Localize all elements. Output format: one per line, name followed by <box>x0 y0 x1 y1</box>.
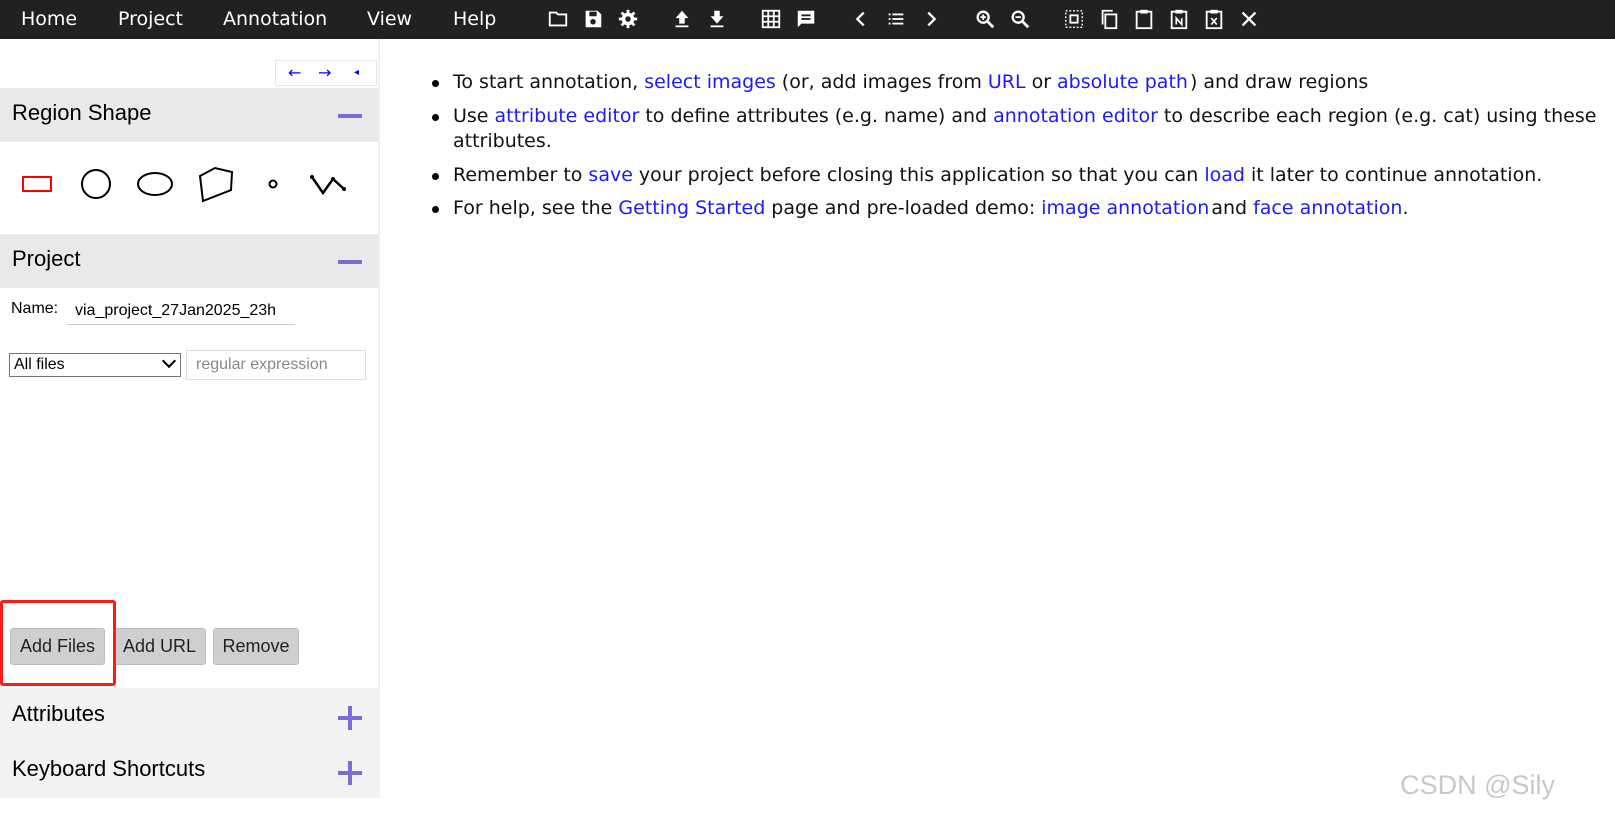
annotation-editor-link[interactable]: annotation editor <box>993 105 1158 127</box>
zoom-in-icon[interactable] <box>972 6 998 32</box>
close-icon[interactable] <box>1236 6 1262 32</box>
instruction-text: . <box>1402 197 1409 219</box>
instruction-text: To start annotation, <box>453 71 639 93</box>
add-files-button[interactable]: Add Files <box>10 628 105 665</box>
sidebar-nav: ← → ◂ <box>275 60 377 86</box>
load-link[interactable]: load <box>1204 164 1245 186</box>
list-icon[interactable] <box>883 6 909 32</box>
absolute-path-link[interactable]: absolute path <box>1057 71 1188 93</box>
next-arrow-icon[interactable]: → <box>318 61 331 85</box>
regex-filter-input[interactable] <box>186 350 366 380</box>
region-shape-toolbar <box>0 142 378 232</box>
menu-annotation[interactable]: Annotation <box>223 0 327 39</box>
collapse-minus-icon[interactable] <box>338 114 362 118</box>
save-icon[interactable] <box>580 6 606 32</box>
menu-home[interactable]: Home <box>21 0 77 39</box>
instruction-text: to define attributes (e.g. name) and <box>645 105 988 127</box>
project-name-label: Name: <box>11 300 59 317</box>
save-link[interactable]: save <box>588 164 632 186</box>
settings-icon[interactable] <box>615 6 641 32</box>
instruction-text: or <box>1031 71 1052 93</box>
add-url-button[interactable]: Add URL <box>113 628 206 665</box>
instruction-item: Use attribute editor to define attributes … <box>400 104 1600 154</box>
attribute-editor-link[interactable]: attribute editor <box>495 105 640 127</box>
image-annotation-link[interactable]: image annotation <box>1041 197 1209 219</box>
upload-icon[interactable] <box>669 6 695 32</box>
top-menubar: Home Project Annotation View Help <box>0 0 1615 39</box>
sidebar-divider <box>378 39 380 799</box>
project-name-input[interactable] <box>67 297 295 325</box>
instruction-text: and <box>1211 197 1248 219</box>
instruction-text: ) and draw regions <box>1189 71 1369 93</box>
attributes-title: Attributes <box>12 701 105 726</box>
prev-arrow-icon[interactable]: ← <box>288 61 301 85</box>
url-link[interactable]: URL <box>988 71 1026 93</box>
folder-open-icon[interactable] <box>545 6 571 32</box>
menu-help[interactable]: Help <box>453 0 496 39</box>
instruction-text: Remember to <box>453 164 583 186</box>
point-shape-icon[interactable] <box>253 164 293 204</box>
keyboard-shortcuts-header[interactable]: Keyboard Shortcuts <box>0 743 378 798</box>
attributes-header[interactable]: Attributes <box>0 688 378 743</box>
keyboard-shortcuts-title: Keyboard Shortcuts <box>12 756 206 781</box>
project-title: Project <box>12 246 81 271</box>
select-images-link[interactable]: select images <box>644 71 776 93</box>
file-filter-select[interactable]: All files <box>9 353 181 377</box>
instruction-text: For help, see the <box>453 197 613 219</box>
instructions-list: To start annotation, select images (or, ad… <box>400 70 1600 221</box>
instruction-item: To start annotation, select images (or, ad… <box>400 70 1600 95</box>
polygon-shape-icon[interactable] <box>195 164 235 204</box>
remove-button[interactable]: Remove <box>213 628 299 665</box>
file-filter-value: All files <box>14 356 65 373</box>
expand-plus-icon[interactable] <box>338 706 362 730</box>
collapse-sidebar-icon[interactable]: ◂ <box>354 61 359 85</box>
copy-icon[interactable] <box>1096 6 1122 32</box>
download-icon[interactable] <box>704 6 730 32</box>
instruction-item: Remember to save your project before closi… <box>400 163 1600 188</box>
chevron-down-icon <box>161 353 177 369</box>
paste-icon[interactable] <box>1131 6 1157 32</box>
instruction-text: it later to continue annotation. <box>1250 164 1543 186</box>
instruction-item: For help, see the Getting Started page and… <box>400 196 1600 221</box>
instruction-text: (or, add images from <box>781 71 982 93</box>
menu-project[interactable]: Project <box>118 0 183 39</box>
face-annotation-link[interactable]: face annotation <box>1253 197 1402 219</box>
chevron-left-icon[interactable] <box>848 6 874 32</box>
zoom-out-icon[interactable] <box>1007 6 1033 32</box>
instruction-text: your project before closing this applica… <box>638 164 1199 186</box>
region-shape-title: Region Shape <box>12 100 152 125</box>
rectangle-shape-icon[interactable] <box>17 164 57 204</box>
select-all-icon[interactable] <box>1061 6 1087 32</box>
getting-started-link[interactable]: Getting Started <box>618 197 765 219</box>
ellipse-shape-icon[interactable] <box>135 164 175 204</box>
collapse-minus-icon[interactable] <box>338 260 362 264</box>
delete-icon[interactable] <box>1201 6 1227 32</box>
comment-icon[interactable] <box>793 6 819 32</box>
polyline-shape-icon[interactable] <box>309 164 349 204</box>
grid-icon[interactable] <box>758 6 784 32</box>
circle-shape-icon[interactable] <box>76 164 116 204</box>
instruction-text: page and pre-loaded demo: <box>771 197 1036 219</box>
menu-view[interactable]: View <box>367 0 412 39</box>
watermark: CSDN @Sily <box>1400 770 1555 800</box>
expand-plus-icon[interactable] <box>338 761 362 785</box>
region-shape-header[interactable]: Region Shape <box>0 88 378 142</box>
project-header[interactable]: Project <box>0 234 378 288</box>
paste-n-icon[interactable] <box>1166 6 1192 32</box>
main-content: To start annotation, select images (or, ad… <box>400 70 1600 229</box>
chevron-right-icon[interactable] <box>918 6 944 32</box>
instruction-text: Use <box>453 105 489 127</box>
